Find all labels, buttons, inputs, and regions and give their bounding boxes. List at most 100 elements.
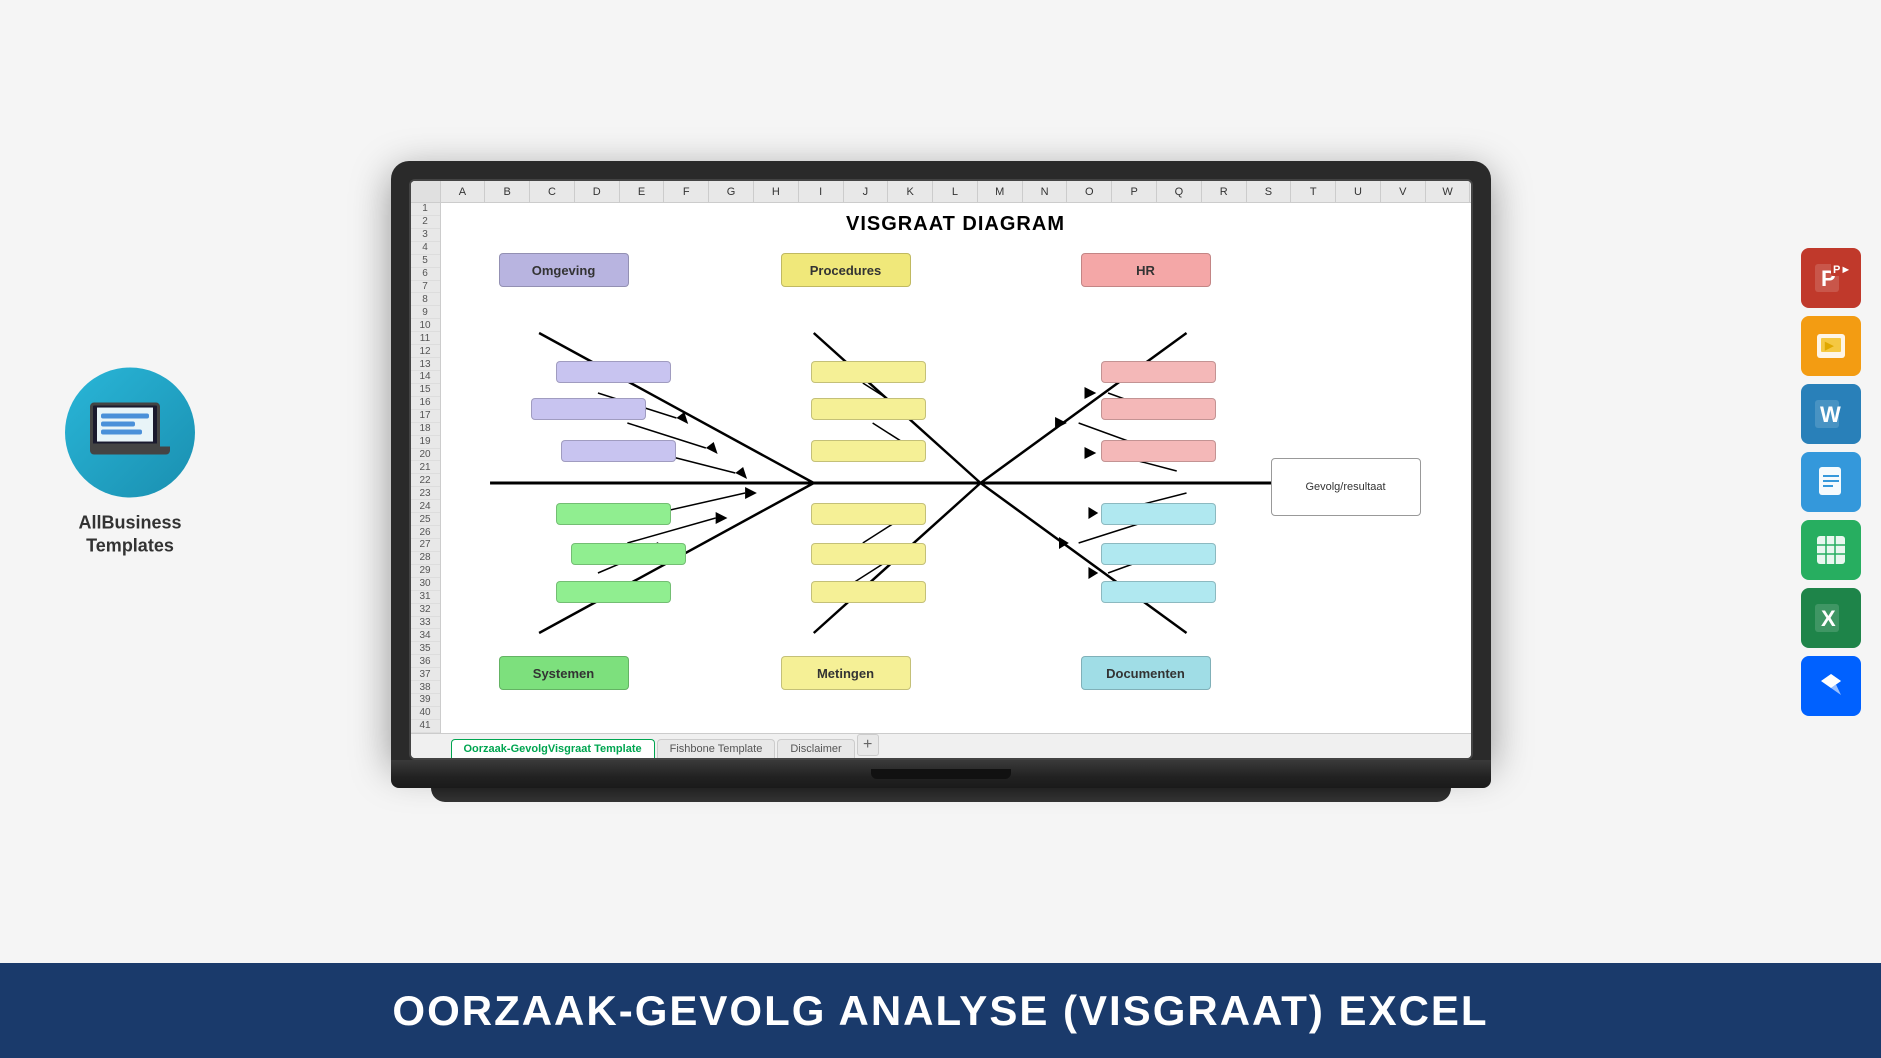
row-23: 23 xyxy=(411,487,440,500)
sheet-body: 1 2 3 4 5 6 7 8 9 10 11 12 13 xyxy=(411,203,1471,733)
col-j: J xyxy=(844,181,889,202)
banner-title: OORZAAK-GEVOLG ANALYSE (VISGRAAT) EXCEL xyxy=(392,987,1488,1035)
cause-metingen-2 xyxy=(811,543,926,565)
row-4: 4 xyxy=(411,242,440,255)
cause-documenten-3 xyxy=(1101,581,1216,603)
svg-text:P►: P► xyxy=(1833,264,1849,276)
row-18: 18 xyxy=(411,423,440,436)
row-3: 3 xyxy=(411,229,440,242)
row-16: 16 xyxy=(411,397,440,410)
row-34: 34 xyxy=(411,629,440,642)
tab-oorzaak[interactable]: Oorzaak-GevolgVisgraat Template xyxy=(451,739,655,758)
svg-text:W: W xyxy=(1820,402,1841,427)
tab-fishbone[interactable]: Fishbone Template xyxy=(657,739,776,758)
row-21: 21 xyxy=(411,461,440,474)
col-u: U xyxy=(1336,181,1381,202)
category-omgeving: Omgeving xyxy=(499,253,629,287)
cause-omgeving-1 xyxy=(556,361,671,383)
right-icons-panel: P P► ▶ W xyxy=(1801,248,1861,716)
col-o: O xyxy=(1067,181,1112,202)
cause-procedures-3 xyxy=(811,440,926,462)
row-10: 10 xyxy=(411,319,440,332)
row-14: 14 xyxy=(411,371,440,384)
col-i: I xyxy=(799,181,844,202)
category-documenten: Documenten xyxy=(1081,656,1211,690)
row-29: 29 xyxy=(411,565,440,578)
dropbox-icon[interactable] xyxy=(1801,656,1861,716)
col-f: F xyxy=(664,181,709,202)
row-37: 37 xyxy=(411,668,440,681)
bottom-banner: OORZAAK-GEVOLG ANALYSE (VISGRAAT) EXCEL xyxy=(0,963,1881,1058)
col-m: M xyxy=(978,181,1023,202)
google-sheets-icon[interactable] xyxy=(1801,520,1861,580)
laptop-foot xyxy=(431,788,1451,802)
google-docs-icon[interactable] xyxy=(1801,452,1861,512)
cause-procedures-1 xyxy=(811,361,926,383)
col-v: V xyxy=(1381,181,1426,202)
laptop-base xyxy=(391,760,1491,788)
logo-text: AllBusiness Templates xyxy=(78,511,181,558)
row-27: 27 xyxy=(411,539,440,552)
row-32: 32 xyxy=(411,604,440,617)
category-procedures: Procedures xyxy=(781,253,911,287)
col-c: C xyxy=(530,181,575,202)
cause-systemen-3 xyxy=(556,581,671,603)
svg-text:▶: ▶ xyxy=(1824,340,1834,352)
laptop-notch xyxy=(871,769,1011,779)
col-t: T xyxy=(1291,181,1336,202)
cause-omgeving-3 xyxy=(561,440,676,462)
row-41: 41 xyxy=(411,720,440,733)
cause-metingen-3 xyxy=(811,581,926,603)
tab-add-button[interactable]: + xyxy=(857,734,879,756)
col-a: A xyxy=(441,181,486,202)
cause-hr-1 xyxy=(1101,361,1216,383)
row-30: 30 xyxy=(411,578,440,591)
row-40: 40 xyxy=(411,707,440,720)
spreadsheet: A B C D E F G H I J K L M N O xyxy=(411,181,1471,758)
col-s: S xyxy=(1247,181,1292,202)
cause-hr-3 xyxy=(1101,440,1216,462)
row-1: 1 xyxy=(411,203,440,216)
cause-metingen-1 xyxy=(811,503,926,525)
tab-disclaimer[interactable]: Disclaimer xyxy=(777,739,854,758)
row-39: 39 xyxy=(411,694,440,707)
powerpoint-icon[interactable]: P P► xyxy=(1801,248,1861,308)
diagram-title: VISGRAAT DIAGRAM xyxy=(846,213,1065,236)
row-22: 22 xyxy=(411,474,440,487)
logo-laptop-icon xyxy=(90,402,170,462)
row-33: 33 xyxy=(411,617,440,630)
cause-systemen-2 xyxy=(571,543,686,565)
row-20: 20 xyxy=(411,449,440,462)
sheet-tabs: Oorzaak-GevolgVisgraat Template Fishbone… xyxy=(411,733,1471,758)
col-b: B xyxy=(485,181,530,202)
col-n: N xyxy=(1023,181,1068,202)
corner-cell xyxy=(411,181,441,202)
google-slides-icon[interactable]: ▶ xyxy=(1801,316,1861,376)
cause-procedures-2 xyxy=(811,398,926,420)
row-numbers: 1 2 3 4 5 6 7 8 9 10 11 12 13 xyxy=(411,203,441,733)
main-content-area: AllBusiness Templates A B C D E F G xyxy=(0,0,1881,963)
word-icon[interactable]: W xyxy=(1801,384,1861,444)
excel-icon[interactable]: X xyxy=(1801,588,1861,648)
row-17: 17 xyxy=(411,410,440,423)
category-metingen: Metingen xyxy=(781,656,911,690)
logo-area: AllBusiness Templates xyxy=(30,367,230,558)
result-box: Gevolg/resultaat xyxy=(1271,458,1421,516)
diagram-area: VISGRAAT DIAGRAM xyxy=(441,203,1471,733)
col-r: R xyxy=(1202,181,1247,202)
cause-documenten-2 xyxy=(1101,543,1216,565)
row-8: 8 xyxy=(411,293,440,306)
row-28: 28 xyxy=(411,552,440,565)
laptop-outer: A B C D E F G H I J K L M N O xyxy=(391,161,1491,760)
cause-documenten-1 xyxy=(1101,503,1216,525)
col-p: P xyxy=(1112,181,1157,202)
category-systemen: Systemen xyxy=(499,656,629,690)
row-2: 2 xyxy=(411,216,440,229)
row-19: 19 xyxy=(411,436,440,449)
logo-circle xyxy=(65,367,195,497)
col-q: Q xyxy=(1157,181,1202,202)
laptop-wrapper: A B C D E F G H I J K L M N O xyxy=(391,161,1491,802)
row-25: 25 xyxy=(411,513,440,526)
row-24: 24 xyxy=(411,500,440,513)
category-hr: HR xyxy=(1081,253,1211,287)
